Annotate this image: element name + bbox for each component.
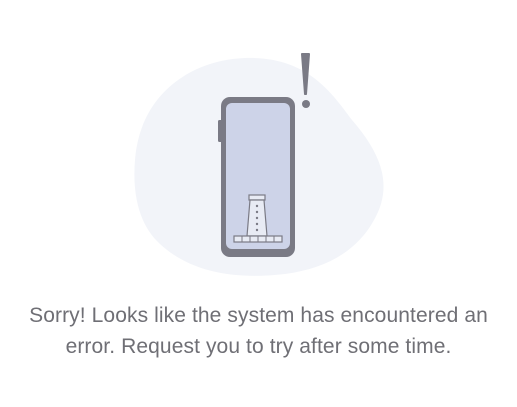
error-message: Sorry! Looks like the system has encount… bbox=[0, 300, 517, 362]
error-message-line-1: Sorry! Looks like the system has encount… bbox=[29, 304, 488, 327]
error-illustration bbox=[0, 0, 517, 290]
error-illustration-svg bbox=[134, 53, 384, 276]
error-message-line-2: error. Request you to try after some tim… bbox=[65, 335, 452, 358]
phone-icon bbox=[218, 97, 295, 257]
